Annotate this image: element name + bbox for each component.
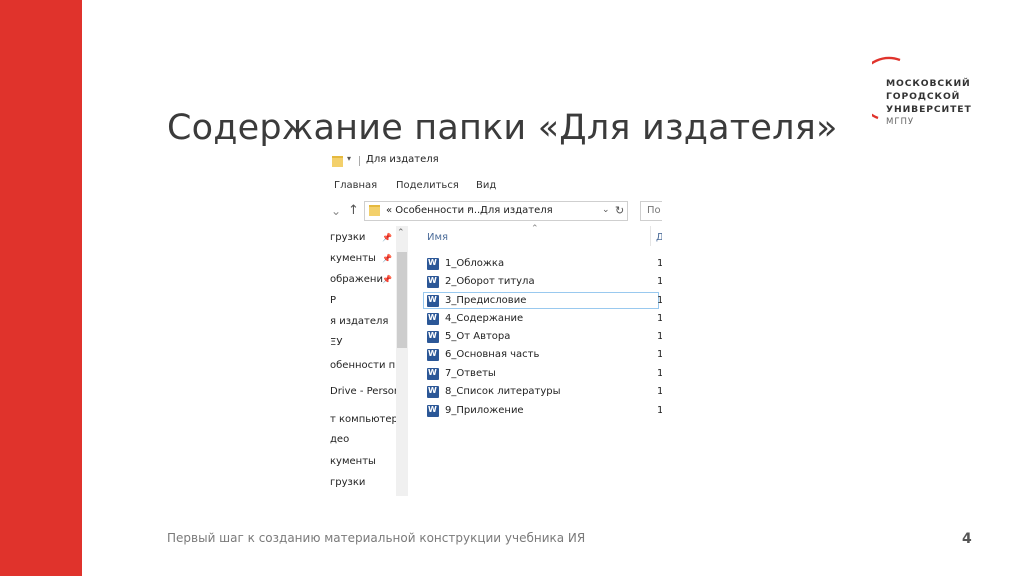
scrollbar-thumb[interactable] [397,252,407,348]
word-document-icon [427,295,439,307]
file-name: 9_Приложение [445,405,524,416]
word-document-icon [427,276,439,288]
file-date: 1 [657,313,662,324]
list-item[interactable]: 9_Приложение 1 [424,403,662,420]
file-name: 6_Основная часть [445,349,540,360]
nav-item[interactable]: грузки [330,232,365,243]
list-item[interactable]: 6_Основная часть 1 [424,347,662,364]
nav-item[interactable]: обенности пр [330,360,402,371]
file-list: ⌃ Имя Д 1_Обложка 1 2_Оборот титула 1 3_… [418,224,662,496]
address-dropdown-icon[interactable]: ⌄ [602,205,610,215]
explorer-titlebar: ▾ Для издателя [330,152,662,170]
ribbon-tabs: Главная Поделиться Вид [330,178,662,194]
logo-line-1: МОСКОВСКИЙ [886,78,971,89]
list-item-selected[interactable]: 3_Предисловие 1 [423,292,662,309]
file-name: 5_От Автора [445,331,511,342]
word-document-icon [427,386,439,398]
list-item[interactable]: 5_От Автора 1 [424,329,662,346]
nav-item[interactable]: кументы [330,253,376,264]
file-date: 1 [657,258,662,269]
file-date: 1 [657,295,662,306]
address-folder-icon [369,205,380,216]
file-explorer-screenshot: ▾ Для издателя Главная Поделиться Вид ⌄ … [330,152,662,496]
sort-ascending-icon: ⌃ [531,224,539,234]
nav-item[interactable]: ображени [330,274,383,285]
word-document-icon [427,405,439,417]
folder-icon [332,156,343,167]
word-document-icon [427,313,439,325]
pin-icon: 📌 [382,254,392,263]
file-date: 1 [657,331,662,342]
nav-item[interactable]: Drive - Persor [330,386,398,397]
logo-line-4: МГПУ [886,117,914,127]
quick-access-dropdown-icon[interactable]: ▾ [347,154,351,163]
column-header-name[interactable]: Имя [427,232,448,243]
nav-item[interactable]: ΞУ [330,337,342,348]
tab-view[interactable]: Вид [476,180,496,191]
breadcrumb-chevron-icon[interactable]: › [468,204,472,215]
nav-item[interactable]: кументы [330,456,376,467]
university-logo: МОСКОВСКИЙ ГОРОДСКОЙ УНИВЕРСИТЕТ МГПУ [872,56,982,132]
nav-item[interactable]: т компьютер [330,414,398,425]
file-name: 8_Список литературы [445,386,561,397]
logo-line-3: УНИВЕРСИТЕТ [886,104,972,115]
file-date: 1 [657,349,662,360]
file-date: 1 [657,276,662,287]
file-date: 1 [657,386,662,397]
search-placeholder: По [647,205,661,216]
list-item[interactable]: 7_Ответы 1 [424,366,662,383]
tab-share[interactable]: Поделиться [396,180,459,191]
pin-icon: 📌 [382,275,392,284]
address-bar[interactable]: « Особенности п... › Для издателя ⌄ ↻ [364,201,628,221]
file-date: 1 [657,368,662,379]
nav-item[interactable]: грузки [330,477,365,488]
page-number: 4 [962,531,972,547]
nav-item[interactable]: я издателя [330,316,388,327]
file-name: 4_Содержание [445,313,524,324]
nav-scrollbar[interactable]: ⌃ [396,226,408,496]
logo-line-2: ГОРОДСКОЙ [886,91,961,102]
file-name: 7_Ответы [445,368,496,379]
list-item[interactable]: 8_Список литературы 1 [424,384,662,401]
scroll-up-icon[interactable]: ⌃ [397,228,405,238]
accent-bar [0,0,82,576]
nav-item[interactable]: део [330,434,349,445]
file-date: 1 [657,405,662,416]
list-item[interactable]: 2_Оборот титула 1 [424,274,662,291]
word-document-icon [427,349,439,361]
word-document-icon [427,258,439,270]
tab-home[interactable]: Главная [334,180,377,191]
file-name: 2_Оборот титула [445,276,535,287]
slide-title: Содержание папки «Для издателя» [167,108,838,148]
titlebar-separator [359,156,360,166]
file-name: 3_Предисловие [445,295,527,306]
search-input[interactable]: По [640,201,662,221]
refresh-icon[interactable]: ↻ [615,204,624,217]
pin-icon: 📌 [382,233,392,242]
column-header-date[interactable]: Д [656,232,662,243]
word-document-icon [427,331,439,343]
up-arrow-icon[interactable]: ↑ [348,203,359,218]
window-title: Для издателя [366,154,439,165]
list-item[interactable]: 4_Содержание 1 [424,311,662,328]
address-row: ⌄ ↑ « Особенности п... › Для издателя ⌄ … [330,200,662,222]
word-document-icon [427,368,439,380]
breadcrumb-current[interactable]: Для издателя [480,205,553,216]
column-separator[interactable] [650,226,651,246]
slide-footer: Первый шаг к созданию материальной конст… [167,531,586,545]
list-item[interactable]: 1_Обложка 1 [424,256,662,273]
nav-item[interactable]: P [330,295,336,306]
file-name: 1_Обложка [445,258,505,269]
forward-arrow-icon[interactable]: ⌄ [331,204,341,218]
